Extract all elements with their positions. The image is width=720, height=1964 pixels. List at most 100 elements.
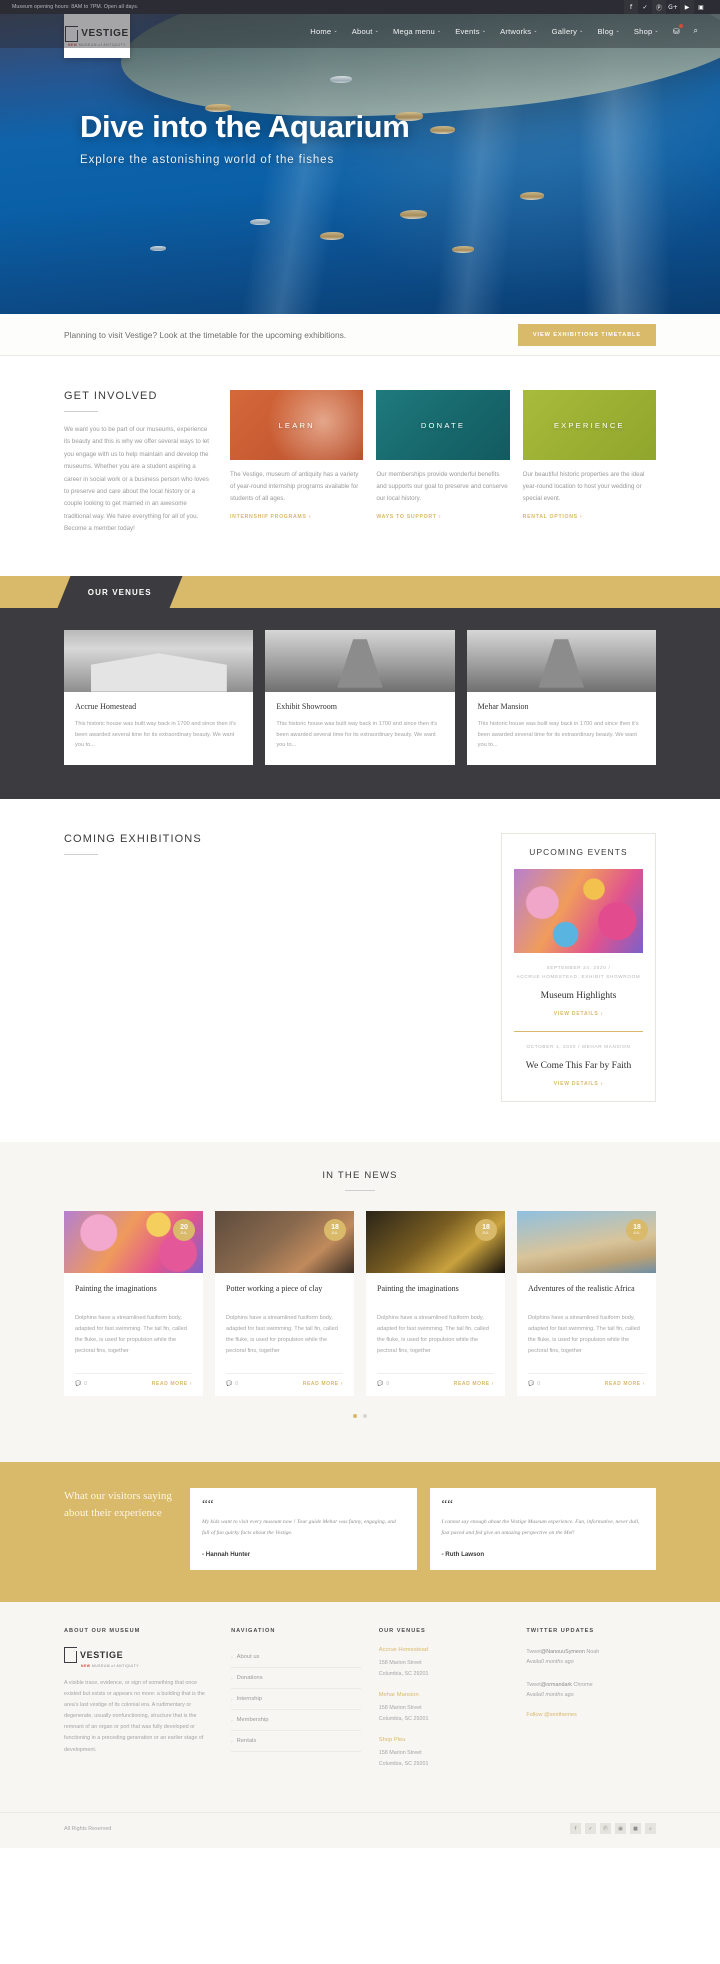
experience-label: EXPERIENCE (553, 420, 625, 430)
learn-label: LEARN (278, 420, 315, 430)
read-more-link[interactable]: READ MORE › (454, 1381, 494, 1387)
footer-nav-rentals[interactable]: › Rentals (231, 1731, 361, 1753)
nav-label: Shop (633, 26, 653, 36)
nav-item-shop[interactable]: Shop ⌄ (634, 27, 659, 36)
rental-options-link[interactable]: RENTAL OPTIONS › (523, 514, 583, 520)
read-more-link[interactable]: READ MORE › (152, 1381, 192, 1387)
footer-nav-label: Rentals (236, 1738, 257, 1745)
view-details-link[interactable]: VIEW DETAILS › (514, 1081, 643, 1087)
twitter-icon[interactable]: ✓ (638, 0, 652, 14)
news-image: 18 JUL (215, 1210, 354, 1273)
news-body: Potter working a piece of clay Dolphins … (215, 1273, 354, 1364)
footer-logo-wordmark: VESTIGE (80, 1650, 124, 1661)
venue-card[interactable]: Exhibit Showroom This historic house was… (265, 629, 455, 766)
venue-name: Mehar Mansion (477, 701, 529, 711)
chevron-right-icon: › (231, 1654, 233, 1660)
nav-item-gallery[interactable]: Gallery ⌄ (552, 27, 584, 36)
fish-decor (520, 192, 544, 200)
follow-link[interactable]: Follow @smithemes (526, 1712, 656, 1718)
nav-label: Artworks (500, 26, 532, 36)
footer-logo-tagline-new: NEW (81, 1664, 91, 1669)
internship-programs-link[interactable]: INTERNSHIP PROGRAMS › (230, 514, 311, 520)
carousel-dots (64, 1414, 656, 1419)
coming-exhibitions-section: COMING EXHIBITIONS UPCOMING EVENTS SEPTE… (0, 799, 720, 1142)
news-excerpt: Dolphins have a streamlined fusiform bod… (75, 1314, 187, 1355)
section-title: GET INVOLVED (64, 390, 158, 402)
cart-glyph: ⛁ (672, 26, 680, 36)
search-icon[interactable]: ⌕ (645, 1823, 656, 1835)
pinterest-icon[interactable]: Ⓟ (600, 1823, 611, 1835)
view-details-link[interactable]: VIEW DETAILS › (514, 1011, 643, 1017)
footer-nav-donations[interactable]: › Donations (231, 1668, 361, 1690)
donate-image: DONATE (376, 390, 510, 460)
chevron-right-icon: › (231, 1738, 233, 1744)
facebook-icon[interactable]: f (570, 1823, 581, 1835)
search-icon[interactable]: ⌕ (694, 26, 698, 36)
nav-item-events[interactable]: Events ⌄ (455, 27, 486, 36)
footer-logo[interactable]: VESTIGE NEW MUSEUM of ANTIQUITY (64, 1647, 213, 1668)
event-item[interactable]: OCTOBER 1, 2020 / MEHAR MANSION We Come … (502, 1032, 655, 1101)
footer-venue-link[interactable]: Mehar Mansion (379, 1692, 509, 1698)
read-more-link[interactable]: READ MORE › (303, 1381, 343, 1387)
involve-card-experience[interactable]: EXPERIENCE Our beautiful historic proper… (522, 390, 656, 536)
site-footer: ABOUT OUR MUSEUM VESTIGE NEW MUSEUM of A… (0, 1602, 720, 1813)
nav-item-mega-menu[interactable]: Mega menu ⌄ (393, 27, 441, 36)
instagram-icon[interactable]: ■ (630, 1823, 641, 1835)
ways-to-support-link[interactable]: WAYS TO SUPPORT › (376, 514, 441, 520)
site-header: Home ⌄ About ⌄ Mega menu ⌄ Events ⌄ Artw… (0, 14, 720, 48)
carousel-dot-2[interactable] (363, 1414, 367, 1419)
venues-band-tab: OUR VENUES (57, 575, 183, 608)
news-footer: 💬 0 READ MORE › (528, 1373, 645, 1396)
venue-card[interactable]: Accrue Homestead This historic house was… (64, 629, 254, 766)
footer-venue-link[interactable]: Shop Pleu (379, 1737, 509, 1743)
youtube-icon[interactable]: ▶ (680, 0, 694, 14)
twitter-icon[interactable]: ✓ (585, 1823, 596, 1835)
news-body: Painting the imaginations Dolphins have … (64, 1273, 203, 1364)
footer-nav-membership[interactable]: › Membership (231, 1710, 361, 1732)
venue-card[interactable]: Mehar Mansion This historic house was bu… (466, 629, 656, 766)
facebook-icon[interactable]: f (624, 0, 638, 14)
involve-card-donate[interactable]: DONATE Our memberships provide wonderful… (376, 390, 510, 536)
comments-count: 💬 0 (75, 1381, 87, 1387)
view-timetable-button[interactable]: VIEW EXHIBITIONS TIMETABLE (517, 323, 656, 346)
tweet-handle[interactable]: @ormandark (541, 1682, 572, 1688)
footer-nav-about-us[interactable]: › About us (231, 1647, 361, 1669)
testimonial-quote: My kids want to visit every museum now !… (202, 1518, 396, 1536)
involve-card-learn[interactable]: LEARN The Vestige, museum of antiquity h… (230, 390, 364, 536)
news-card[interactable]: 18 JUL Painting the imaginations Dolphin… (366, 1210, 505, 1397)
donate-text: Our memberships provide wonderful benefi… (376, 471, 508, 503)
nav-item-about[interactable]: About ⌄ (352, 27, 379, 36)
chevron-right-icon: › (231, 1675, 233, 1681)
youtube-icon[interactable]: ▣ (615, 1823, 626, 1835)
event-item[interactable]: SEPTEMBER 24, 2020 / ACCRUE HOMESTEAD, E… (502, 953, 655, 1030)
nav-item-home[interactable]: Home ⌄ (310, 27, 337, 36)
chevron-down-icon: ⌄ (436, 28, 442, 34)
title-rule (345, 1189, 375, 1191)
news-card[interactable]: 20 JUL Painting the imaginations Dolphin… (64, 1210, 203, 1397)
read-more-link[interactable]: READ MORE › (605, 1381, 645, 1387)
main-navigation: Home ⌄ About ⌄ Mega menu ⌄ Events ⌄ Artw… (310, 23, 720, 36)
venues-section: Accrue Homestead This historic house was… (0, 607, 720, 800)
quote-icon: ““ (441, 1496, 454, 1512)
carousel-dot-1[interactable] (353, 1414, 357, 1419)
footer-venue-link[interactable]: Accrue Homestead (379, 1647, 509, 1653)
testimonial-card: ““ My kids want to visit every museum no… (190, 1488, 417, 1571)
google-plus-icon[interactable]: G+ (666, 0, 680, 14)
book-mark-icon (64, 1647, 77, 1664)
footer-logo-tagline: NEW MUSEUM of ANTIQUITY (81, 1664, 213, 1668)
instagram-icon[interactable]: ▣ (694, 0, 708, 14)
event-venue: MEHAR MANSION (582, 1043, 631, 1049)
footer-nav-internship[interactable]: › Internship (231, 1689, 361, 1711)
cart-badge-dot (678, 23, 683, 28)
nav-item-artworks[interactable]: Artworks ⌄ (500, 27, 538, 36)
footer-nav-label: Donations (236, 1675, 263, 1682)
event-venue: ACCRUE HOMESTEAD, EXHIBIT SHOWROOM (516, 974, 641, 980)
cart-icon[interactable]: ⛁ (672, 23, 683, 36)
comments-number: 0 (386, 1381, 390, 1388)
tweet-handle[interactable]: @NanouuSymeon (541, 1649, 585, 1655)
comments-number: 0 (235, 1381, 239, 1388)
pinterest-icon[interactable]: Ⓟ (652, 0, 666, 14)
news-card[interactable]: 18 JUL Potter working a piece of clay Do… (215, 1210, 354, 1397)
nav-item-blog[interactable]: Blog ⌄ (597, 27, 619, 36)
news-card[interactable]: 18 JUL Adventures of the realistic Afric… (517, 1210, 656, 1397)
